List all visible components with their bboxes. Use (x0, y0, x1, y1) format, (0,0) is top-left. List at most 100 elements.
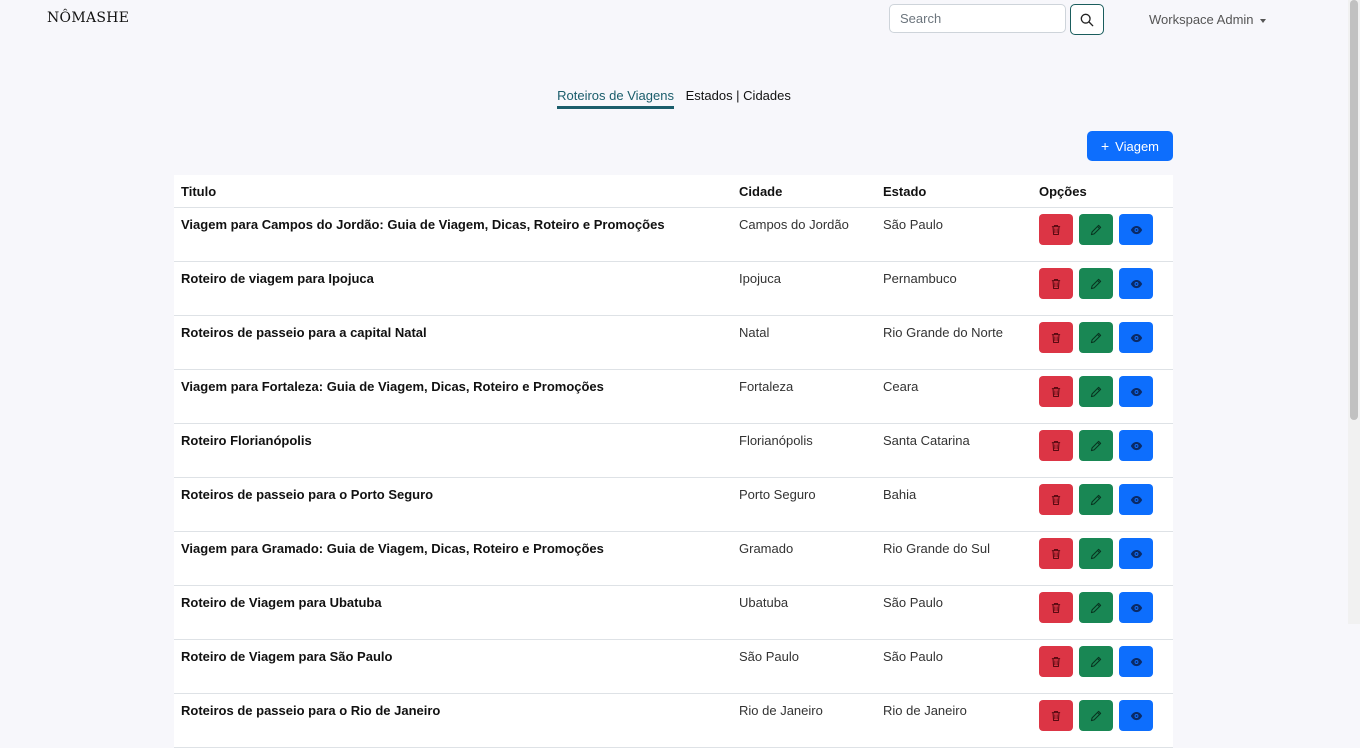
trip-title: Roteiro Florianópolis (174, 423, 732, 478)
delete-button[interactable] (1039, 484, 1073, 515)
trip-state: São Paulo (876, 639, 1032, 694)
eye-icon (1130, 333, 1142, 342)
delete-button[interactable] (1039, 592, 1073, 623)
trip-title: Roteiro de Viagem para São Paulo (174, 639, 732, 694)
trash-icon (1051, 440, 1061, 451)
view-button[interactable] (1119, 592, 1153, 623)
edit-button[interactable] (1079, 592, 1113, 623)
view-button[interactable] (1119, 484, 1153, 515)
workspace-admin-label: Workspace Admin (1149, 12, 1254, 27)
delete-button[interactable] (1039, 538, 1073, 569)
trip-state: Santa Catarina (876, 423, 1032, 478)
view-button[interactable] (1119, 376, 1153, 407)
trip-title: Roteiros de passeio para a capital Natal (174, 315, 732, 370)
brand-logo[interactable]: NÔMASHE (47, 10, 129, 26)
eye-icon (1130, 387, 1142, 396)
edit-button[interactable] (1079, 268, 1113, 299)
trash-icon (1051, 710, 1061, 721)
tab-roteiros-de-viagens[interactable]: Roteiros de Viagens (557, 88, 674, 109)
view-button[interactable] (1119, 646, 1153, 677)
trash-icon (1051, 224, 1061, 235)
search-input[interactable] (889, 4, 1066, 33)
edit-button[interactable] (1079, 430, 1113, 461)
eye-icon (1130, 657, 1142, 666)
pencil-icon (1090, 494, 1102, 505)
eye-icon (1130, 549, 1142, 558)
table-row: Viagem para Gramado: Guia de Viagem, Dic… (174, 531, 1173, 586)
trip-city: Campos do Jordão (732, 207, 876, 262)
plus-icon: + (1100, 138, 1110, 154)
column-header-cidade: Cidade (732, 175, 876, 208)
view-button[interactable] (1119, 268, 1153, 299)
trip-city: São Paulo (732, 639, 876, 694)
view-button[interactable] (1119, 538, 1153, 569)
delete-button[interactable] (1039, 430, 1073, 461)
trip-city: Ipojuca (732, 261, 876, 316)
pencil-icon (1090, 656, 1102, 667)
scrollbar-thumb[interactable] (1350, 0, 1358, 420)
trash-icon (1051, 278, 1061, 289)
table-row: Viagem para Campos do Jordão: Guia de Vi… (174, 207, 1173, 262)
table-header-row: Titulo Cidade Estado Opções (174, 175, 1173, 208)
pencil-icon (1090, 710, 1102, 721)
delete-button[interactable] (1039, 646, 1073, 677)
eye-icon (1130, 711, 1142, 720)
table-row: Roteiro de Viagem para São Paulo São Paul… (174, 639, 1173, 694)
row-actions (1032, 369, 1173, 424)
trip-state: São Paulo (876, 585, 1032, 640)
delete-button[interactable] (1039, 322, 1073, 353)
row-actions (1032, 693, 1173, 748)
delete-button[interactable] (1039, 214, 1073, 245)
tab-estados-cidades[interactable]: Estados | Cidades (686, 88, 791, 106)
section-tabs: Roteiros de Viagens Estados | Cidades (0, 88, 1348, 109)
edit-button[interactable] (1079, 376, 1113, 407)
delete-button[interactable] (1039, 700, 1073, 731)
edit-button[interactable] (1079, 484, 1113, 515)
edit-button[interactable] (1079, 214, 1113, 245)
trip-city: Natal (732, 315, 876, 370)
trips-table-container: Titulo Cidade Estado Opções Viagem para … (174, 175, 1173, 748)
table-row: Roteiro de viagem para Ipojuca Ipojuca Per… (174, 261, 1173, 316)
trash-icon (1051, 494, 1061, 505)
edit-button[interactable] (1079, 700, 1113, 731)
edit-button[interactable] (1079, 322, 1113, 353)
trip-title: Roteiros de passeio para o Porto Seguro (174, 477, 732, 532)
eye-icon (1130, 225, 1142, 234)
eye-icon (1130, 603, 1142, 612)
pencil-icon (1090, 332, 1102, 343)
search-button[interactable] (1070, 4, 1104, 35)
row-actions (1032, 261, 1173, 316)
view-button[interactable] (1119, 430, 1153, 461)
edit-button[interactable] (1079, 538, 1113, 569)
delete-button[interactable] (1039, 268, 1073, 299)
trip-title: Viagem para Gramado: Guia de Viagem, Dic… (174, 531, 732, 586)
delete-button[interactable] (1039, 376, 1073, 407)
trip-title: Roteiro de Viagem para Ubatuba (174, 585, 732, 640)
edit-button[interactable] (1079, 646, 1113, 677)
trip-state: Rio Grande do Norte (876, 315, 1032, 370)
trip-city: Florianópolis (732, 423, 876, 478)
table-row: Viagem para Fortaleza: Guia de Viagem, D… (174, 369, 1173, 424)
page-scrollbar[interactable] (1348, 0, 1360, 624)
workspace-admin-dropdown[interactable]: Workspace Admin (1149, 12, 1266, 27)
pencil-icon (1090, 224, 1102, 235)
trips-table: Titulo Cidade Estado Opções Viagem para … (174, 175, 1173, 748)
trip-city: Ubatuba (732, 585, 876, 640)
table-row: Roteiro de Viagem para Ubatuba Ubatuba São… (174, 585, 1173, 640)
view-button[interactable] (1119, 214, 1153, 245)
trip-state: Bahia (876, 477, 1032, 532)
trash-icon (1051, 656, 1061, 667)
view-button[interactable] (1119, 700, 1153, 731)
add-viagem-button[interactable]: + Viagem (1087, 131, 1173, 161)
view-button[interactable] (1119, 322, 1153, 353)
table-row: Roteiros de passeio para a capital Natal… (174, 315, 1173, 370)
pencil-icon (1090, 440, 1102, 451)
trash-icon (1051, 548, 1061, 559)
eye-icon (1130, 495, 1142, 504)
pencil-icon (1090, 602, 1102, 613)
trip-state: Rio de Janeiro (876, 693, 1032, 748)
trip-state: Ceara (876, 369, 1032, 424)
trip-city: Fortaleza (732, 369, 876, 424)
row-actions (1032, 585, 1173, 640)
row-actions (1032, 315, 1173, 370)
